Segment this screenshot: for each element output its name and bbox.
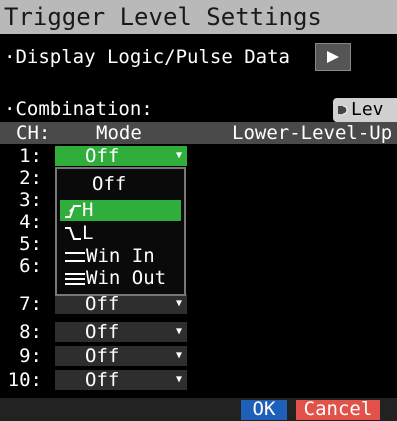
dropdown-option-off[interactable]: Off [60,173,181,195]
ch-number: 6: [19,255,42,277]
header-ch: CH: [16,122,51,144]
combination-label: ·Combination: [4,98,153,120]
ch-number: 8: [19,321,42,343]
table-row: 8: Off ▼ [0,321,397,343]
option-label: Win Out [86,267,167,289]
window-title: Trigger Level Settings [4,3,322,31]
mode-select-ch1[interactable]: Off ▼ [55,145,187,167]
table-row: 10: Off ▼ [0,369,397,391]
dropdown-arrow-icon: ▼ [175,374,182,385]
mode-dropdown-list: Off H L Win In Win Out [55,167,186,296]
ch-number: 9: [19,345,42,367]
dropdown-option-h[interactable]: H [60,199,181,221]
combination-button-label: Lev [351,99,384,120]
mode-value: Off [85,321,120,343]
dropdown-option-l[interactable]: L [60,222,181,244]
table-row: 9: Off ▼ [0,345,397,367]
play-icon [327,51,339,63]
mode-select-ch8[interactable]: Off ▼ [55,321,187,343]
dropdown-arrow-icon: ▼ [175,298,182,309]
dropdown-arrow-icon: ▼ [175,326,182,337]
option-label: Off [92,173,127,195]
option-label: Win In [86,245,155,267]
logic-icon [338,105,348,115]
ch-number: 5: [19,233,42,255]
mode-select-ch9[interactable]: Off ▼ [55,345,187,367]
table-header: CH: Mode Lower-Level-Up [0,122,397,144]
option-label: L [82,222,94,244]
dropdown-option-win-in[interactable]: Win In [60,245,181,267]
mode-value: Off [85,293,120,315]
ch-number: 1: [19,145,42,167]
ch-number: 7: [19,293,42,315]
cancel-button-label: Cancel [303,398,373,420]
window-out-icon [65,273,85,285]
window-in-icon [65,252,85,262]
dropdown-option-win-out[interactable]: Win Out [60,267,181,289]
ch-number: 4: [19,211,42,233]
ok-button-label: OK [252,398,276,420]
combination-button[interactable]: Lev [333,98,397,122]
ch-number: 10: [7,369,42,391]
falling-edge-icon [65,227,81,240]
dropdown-arrow-icon: ▼ [175,350,182,361]
header-level: Lower-Level-Up [232,122,393,144]
mode-value: Off [85,145,120,167]
ch-number: 3: [19,189,42,211]
table-row: 1: Off ▼ [0,145,397,167]
mode-select-ch10[interactable]: Off ▼ [55,369,187,391]
display-logic-play-button[interactable] [315,43,351,71]
option-label: H [82,199,94,221]
table-row: 7: Off ▼ [0,293,397,315]
title-bar: Trigger Level Settings [0,0,397,34]
ch-number: 2: [19,167,42,189]
dropdown-arrow-icon: ▼ [175,150,182,161]
mode-value: Off [85,345,120,367]
header-mode: Mode [96,122,142,144]
display-logic-label: ·Display Logic/Pulse Data [4,46,290,68]
mode-select-ch7[interactable]: Off ▼ [55,293,187,315]
ok-button[interactable]: OK [241,398,287,420]
cancel-button[interactable]: Cancel [296,398,380,420]
rising-edge-icon [65,205,81,218]
mode-value: Off [85,369,120,391]
